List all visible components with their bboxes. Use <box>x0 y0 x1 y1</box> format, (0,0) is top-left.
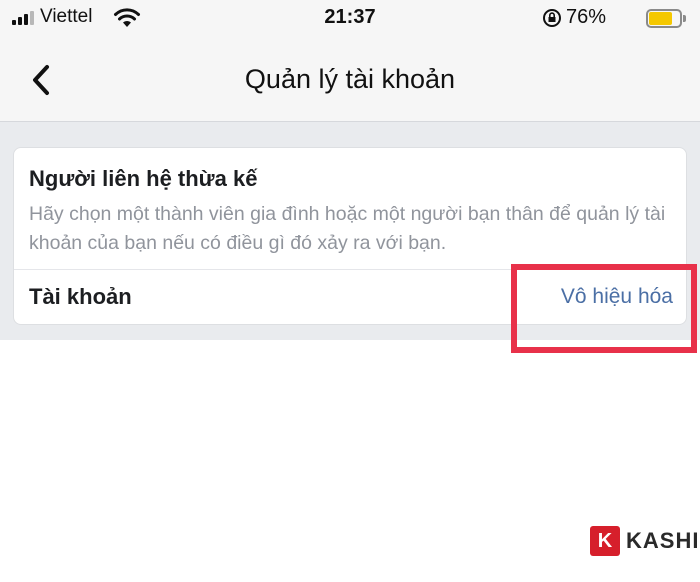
rotation-lock-icon <box>543 9 561 27</box>
battery-percent: 76% <box>566 6 607 28</box>
legacy-contact-title: Người liên hệ thừa kế <box>29 166 258 191</box>
watermark-text: KASHI <box>626 528 700 553</box>
watermark-logo: K KASHI <box>590 524 700 558</box>
battery-icon <box>646 9 686 28</box>
status-bar: Viettel 21:37 76% <box>0 0 700 38</box>
page-title: Quản lý tài khoản <box>244 64 456 94</box>
legacy-contact-description: Hãy chọn một thành viên gia đình hoặc mộ… <box>29 203 666 254</box>
highlight-annotation <box>511 264 697 353</box>
navigation-bar: Quản lý tài khoản <box>0 38 700 122</box>
watermark-k-icon: K <box>590 526 620 556</box>
legacy-contact-item[interactable]: Người liên hệ thừa kế Hãy chọn một thành… <box>14 148 688 269</box>
account-label: Tài khoản <box>29 284 132 309</box>
